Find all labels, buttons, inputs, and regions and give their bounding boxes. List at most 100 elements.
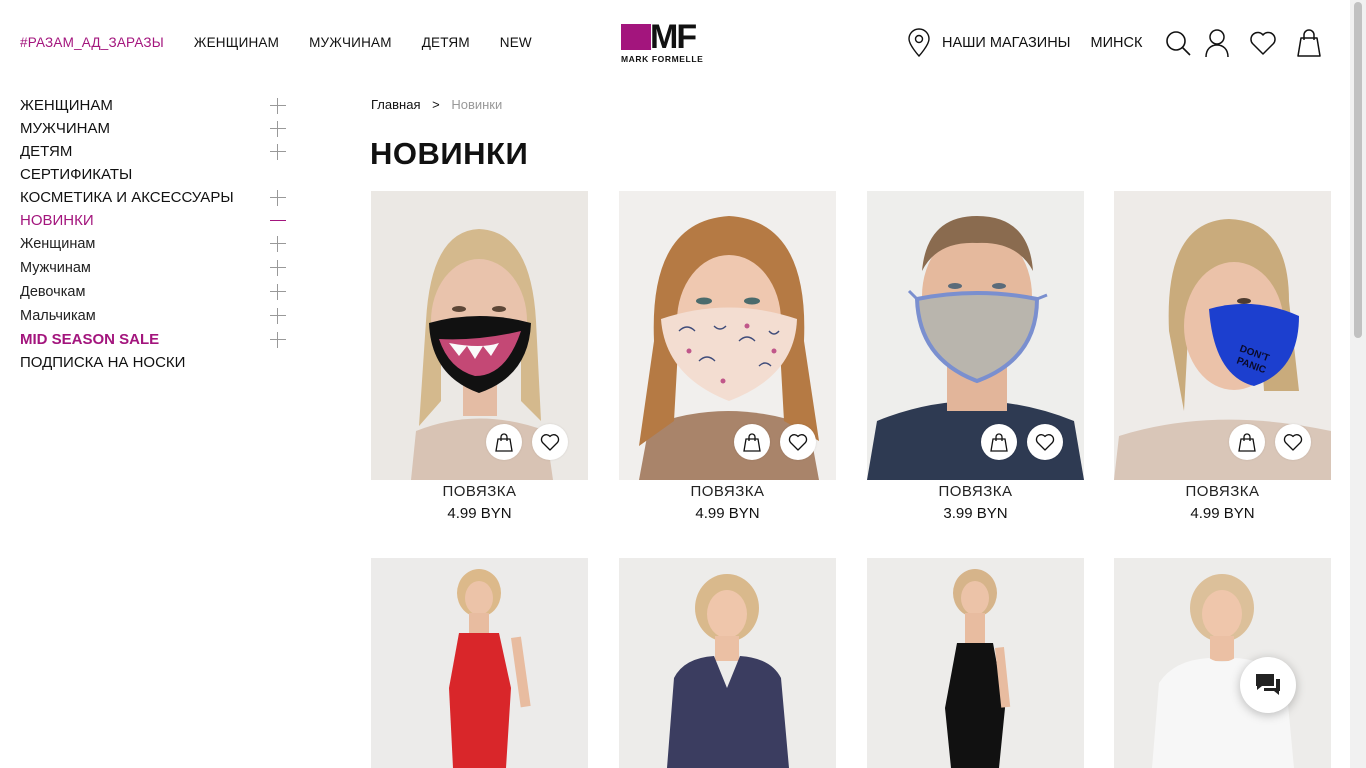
chat-button[interactable] bbox=[1240, 657, 1296, 713]
add-to-cart-button[interactable] bbox=[486, 424, 522, 460]
sidebar-item-kids[interactable]: ДЕТЯМ bbox=[20, 140, 288, 163]
sidebar-item-cosmetics[interactable]: КОСМЕТИКА И АКСЕССУАРЫ bbox=[20, 186, 288, 209]
product-name[interactable]: ПОВЯЗКА bbox=[1114, 483, 1331, 500]
product-image[interactable] bbox=[867, 191, 1084, 480]
sidebar-item-certificates[interactable]: СЕРТИФИКАТЫ bbox=[20, 163, 288, 186]
nav-new-link[interactable]: NEW bbox=[500, 35, 532, 50]
product-card[interactable]: DON'T PANIC ПОВЯЗКА 4.99 BYN bbox=[1114, 191, 1331, 522]
site-logo[interactable]: MF MARK FORMELLE bbox=[620, 20, 722, 64]
sidebar-item-label[interactable]: Девочкам bbox=[20, 284, 85, 300]
sidebar-item-label[interactable]: КОСМЕТИКА И АКСЕССУАРЫ bbox=[20, 189, 234, 206]
product-photo bbox=[1114, 558, 1331, 768]
heart-icon bbox=[1283, 434, 1303, 451]
add-to-cart-button[interactable] bbox=[734, 424, 770, 460]
logo-square bbox=[621, 24, 651, 50]
breadcrumb-home-link[interactable]: Главная bbox=[371, 97, 420, 112]
search-button[interactable] bbox=[1163, 27, 1193, 59]
expand-plus-icon[interactable] bbox=[270, 189, 286, 206]
expand-plus-icon[interactable] bbox=[270, 97, 286, 114]
city-selector[interactable]: МИНСК bbox=[1091, 35, 1143, 51]
product-image[interactable] bbox=[619, 558, 836, 768]
expand-plus-icon[interactable] bbox=[270, 284, 286, 300]
expand-plus-icon[interactable] bbox=[270, 143, 286, 160]
product-card[interactable] bbox=[867, 558, 1084, 768]
product-image[interactable]: DON'T PANIC bbox=[1114, 191, 1331, 480]
add-to-cart-button[interactable] bbox=[1229, 424, 1265, 460]
sidebar-subitem-men[interactable]: Мужчинам bbox=[20, 256, 288, 280]
nav-women-link[interactable]: ЖЕНЩИНАМ bbox=[194, 35, 279, 50]
heart-icon bbox=[1035, 434, 1055, 451]
nav-razam-link[interactable]: #РАЗАМ_АД_ЗАРАЗЫ bbox=[20, 35, 164, 50]
expand-plus-icon[interactable] bbox=[270, 260, 286, 276]
product-name[interactable]: ПОВЯЗКА bbox=[619, 483, 836, 500]
location-pin-icon bbox=[908, 28, 930, 58]
add-to-cart-button[interactable] bbox=[981, 424, 1017, 460]
sidebar-item-label[interactable]: ДЕТЯМ bbox=[20, 143, 72, 160]
sidebar-item-women[interactable]: ЖЕНЩИНАМ bbox=[20, 94, 288, 117]
sidebar-item-label[interactable]: ЖЕНЩИНАМ bbox=[20, 97, 113, 114]
site-header: #РАЗАМ_АД_ЗАРАЗЫ ЖЕНЩИНАМ МУЖЧИНАМ ДЕТЯМ… bbox=[0, 0, 1350, 86]
sidebar-item-label[interactable]: Мужчинам bbox=[20, 260, 91, 276]
expand-plus-icon[interactable] bbox=[270, 236, 286, 252]
add-to-wishlist-button[interactable] bbox=[1275, 424, 1311, 460]
sidebar-subitem-boys[interactable]: Мальчикам bbox=[20, 304, 288, 328]
product-card[interactable]: ПОВЯЗКА 4.99 BYN bbox=[619, 191, 836, 522]
cart-button[interactable] bbox=[1294, 27, 1324, 59]
account-button[interactable] bbox=[1202, 27, 1232, 59]
heart-icon bbox=[1250, 31, 1276, 55]
sidebar-item-new[interactable]: НОВИНКИ bbox=[20, 209, 288, 232]
logo-text: MARK FORMELLE bbox=[621, 54, 704, 64]
sidebar-item-label[interactable]: Женщинам bbox=[20, 236, 95, 252]
product-photo bbox=[867, 558, 1084, 768]
sidebar-item-label[interactable]: MID SEASON SALE bbox=[20, 331, 159, 348]
store-locator[interactable]: НАШИ МАГАЗИНЫ МИНСК bbox=[906, 27, 1142, 59]
product-price: 4.99 BYN bbox=[695, 505, 760, 522]
product-image[interactable] bbox=[867, 558, 1084, 768]
shopping-bag-icon bbox=[990, 433, 1008, 452]
wishlist-button[interactable] bbox=[1248, 27, 1278, 59]
product-name[interactable]: ПОВЯЗКА bbox=[867, 483, 1084, 500]
search-icon bbox=[1166, 31, 1191, 56]
nav-men-link[interactable]: МУЖЧИНАМ bbox=[309, 35, 392, 50]
stores-label[interactable]: НАШИ МАГАЗИНЫ bbox=[942, 35, 1071, 51]
scrollbar-thumb[interactable] bbox=[1354, 2, 1362, 338]
shopping-bag-icon bbox=[1238, 433, 1256, 452]
product-card[interactable] bbox=[619, 558, 836, 768]
sidebar-item-socks-subscription[interactable]: ПОДПИСКА НА НОСКИ bbox=[20, 351, 288, 374]
product-price: 3.99 BYN bbox=[943, 505, 1008, 522]
product-card[interactable] bbox=[1114, 558, 1331, 768]
product-image[interactable] bbox=[371, 558, 588, 768]
shopping-bag-icon bbox=[743, 433, 761, 452]
product-price: 4.99 BYN bbox=[447, 505, 512, 522]
product-image[interactable] bbox=[371, 191, 588, 480]
product-card[interactable] bbox=[371, 558, 588, 768]
sidebar-subitem-girls[interactable]: Девочкам bbox=[20, 280, 288, 304]
sidebar-item-label[interactable]: Мальчикам bbox=[20, 308, 96, 324]
add-to-wishlist-button[interactable] bbox=[780, 424, 816, 460]
collapse-minus-icon[interactable] bbox=[270, 213, 286, 229]
product-image[interactable] bbox=[1114, 558, 1331, 768]
product-card[interactable]: ПОВЯЗКА 3.99 BYN bbox=[867, 191, 1084, 522]
expand-plus-icon[interactable] bbox=[270, 308, 286, 324]
product-name[interactable]: ПОВЯЗКА bbox=[371, 483, 588, 500]
product-price: 4.99 BYN bbox=[1190, 505, 1255, 522]
sidebar-item-men[interactable]: МУЖЧИНАМ bbox=[20, 117, 288, 140]
expand-plus-icon[interactable] bbox=[270, 331, 286, 348]
sidebar-item-label[interactable]: НОВИНКИ bbox=[20, 212, 94, 229]
add-to-wishlist-button[interactable] bbox=[532, 424, 568, 460]
sidebar-item-label[interactable]: МУЖЧИНАМ bbox=[20, 120, 110, 137]
shopping-bag-icon bbox=[1297, 29, 1321, 57]
sidebar-subitem-women[interactable]: Женщинам bbox=[20, 232, 288, 256]
expand-plus-icon[interactable] bbox=[270, 120, 286, 137]
nav-kids-link[interactable]: ДЕТЯМ bbox=[422, 35, 470, 50]
page-scrollbar[interactable] bbox=[1350, 0, 1366, 768]
sidebar-item-label[interactable]: СЕРТИФИКАТЫ bbox=[20, 166, 132, 183]
product-image[interactable] bbox=[619, 191, 836, 480]
sidebar-item-sale[interactable]: MID SEASON SALE bbox=[20, 328, 288, 351]
breadcrumb: Главная > Новинки bbox=[371, 97, 502, 112]
shopping-bag-icon bbox=[495, 433, 513, 452]
sidebar-item-label[interactable]: ПОДПИСКА НА НОСКИ bbox=[20, 354, 185, 371]
add-to-wishlist-button[interactable] bbox=[1027, 424, 1063, 460]
product-card[interactable]: ПОВЯЗКА 4.99 BYN bbox=[371, 191, 588, 522]
user-icon bbox=[1205, 29, 1229, 58]
